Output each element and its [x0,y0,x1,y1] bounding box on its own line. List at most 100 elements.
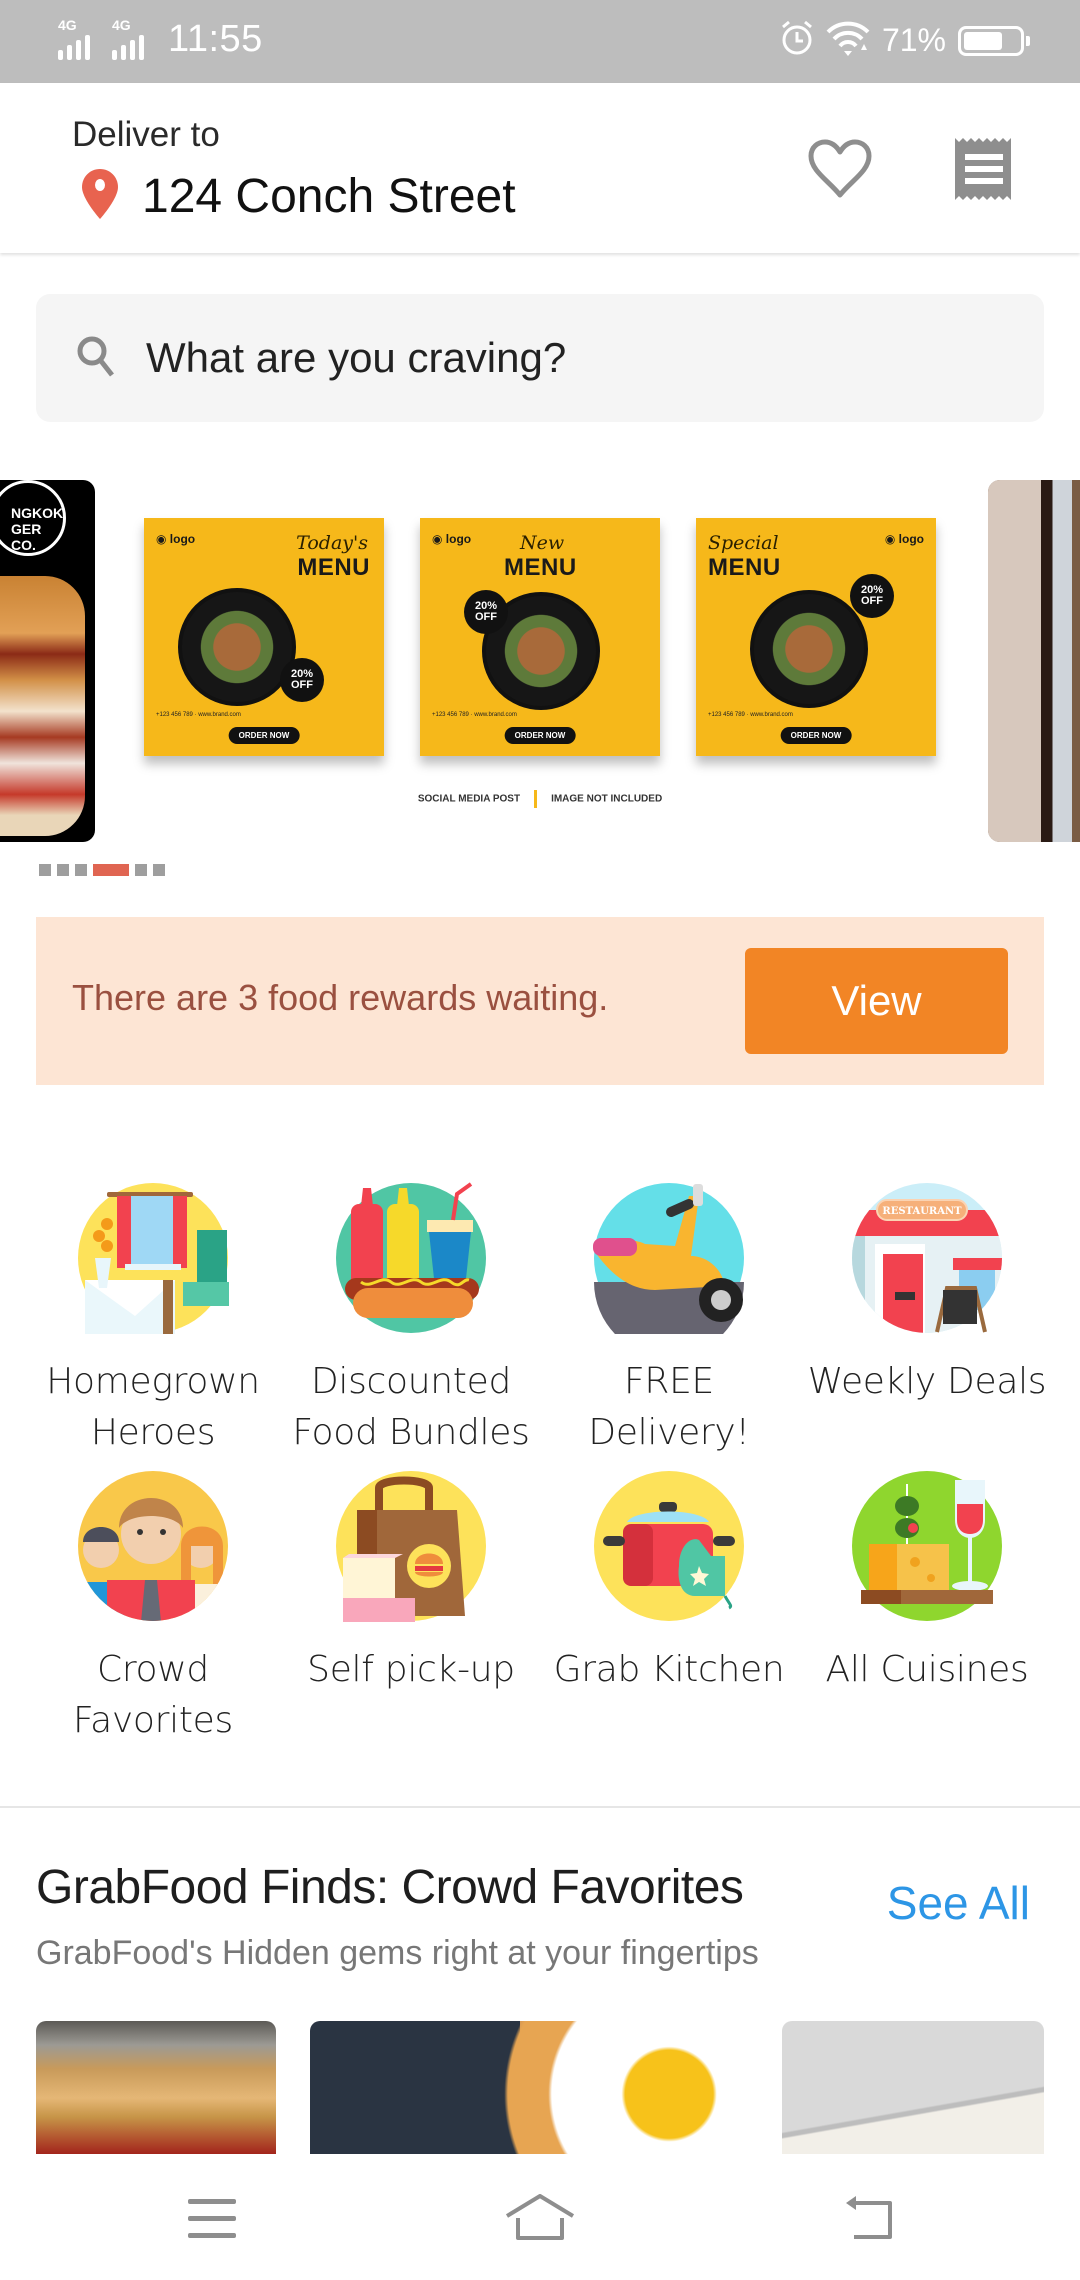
carousel-indicator [39,864,165,876]
carousel-dot[interactable] [75,864,87,876]
category-crowd-favorites[interactable]: Crowd Favorites [18,1470,288,1746]
category-label: Self pick-up [307,1649,515,1690]
caption-left: SOCIAL MEDIA POST [417,793,521,805]
restaurant-card-egg[interactable] [310,2021,748,2154]
see-all-link[interactable]: See All [887,1876,1030,1930]
carousel-slide-burger[interactable]: NGKOK GER CO. [0,480,95,842]
card-contact: +123 456 789 · www.brand.com [708,712,793,718]
cheese-wine-icon [851,1470,1003,1622]
category-label: Crowd Favorites [73,1649,233,1741]
rewards-message: There are 3 food rewards waiting. [72,977,609,1018]
brand-logo-line1: NGKOK [11,505,64,521]
order-now-label: ORDER NOW [780,727,852,744]
back-button[interactable] [830,2190,910,2250]
card-contact: +123 456 789 · www.brand.com [432,712,517,718]
carousel-dot[interactable] [153,864,165,876]
search-input[interactable]: What are you craving? [36,294,1044,422]
battery-icon [958,25,1030,56]
category-label: All Cuisines [825,1649,1029,1690]
category-discounted-food-bundles[interactable]: Discounted Food Bundles [276,1182,546,1458]
section-subtitle: GrabFood's Hidden gems right at your fin… [36,1934,759,1972]
carousel-dot[interactable] [57,864,69,876]
dish-image [178,588,296,706]
category-label: FREE Delivery! [588,1361,750,1453]
card-logo: ◉ logo [156,532,196,546]
menu-icon [186,2197,238,2244]
section-title: GrabFood Finds: Crowd Favorites [36,1861,744,1914]
delivery-address: 124 Conch Street [142,170,516,223]
restaurant-card-sliders[interactable] [36,2021,276,2154]
section-divider [0,1806,1080,1808]
status-bar: 4G 4G 11:55 71% [0,0,1080,83]
carousel-dot-active[interactable] [93,864,129,876]
signal-4g-icon: 4G [110,18,156,60]
card-contact: +123 456 789 · www.brand.com [156,712,241,718]
restaurant-image [988,480,1080,842]
home-interior-icon [77,1182,229,1340]
card-script-title: New [520,532,565,554]
carousel-slide-menu[interactable]: ◉ logo Today's MENU 20% OFF +123 456 789… [122,480,958,842]
card-title: MENU [504,554,577,581]
category-weekly-deals[interactable]: RESTAURANT Weekly Deals [792,1182,1062,1407]
promo-carousel[interactable]: NGKOK GER CO. ◉ logo Today's MENU 20% OF… [0,480,1080,842]
category-homegrown-heroes[interactable]: Homegrown Heroes [18,1182,288,1458]
network-type-2: 4G [112,17,131,33]
category-label: Grab Kitchen [553,1649,785,1690]
caption-right: IMAGE NOT INCLUDED [551,793,663,805]
scooter-icon [593,1182,745,1357]
restaurant-card-chicken[interactable] [782,2021,1044,2154]
orders-button[interactable] [948,135,1020,207]
restaurant-storefront-icon: RESTAURANT [851,1182,1003,1334]
card-logo: ◉ logo [884,532,924,546]
receipt-icon [953,136,1015,207]
category-free-delivery[interactable]: FREE Delivery! [534,1182,804,1458]
carousel-caption: SOCIAL MEDIA POST IMAGE NOT INCLUDED [122,790,958,808]
category-label: Weekly Deals [807,1361,1047,1402]
recent-apps-button[interactable] [172,2190,252,2250]
system-nav-bar [0,2160,1080,2280]
discount-badge: 20% OFF [850,574,894,618]
menu-card: ◉ logo Special MENU 20% OFF +123 456 789… [696,518,936,756]
category-grab-kitchen[interactable]: Grab Kitchen [534,1470,804,1695]
takeaway-bag-icon [335,1470,487,1628]
network-type-1: 4G [58,17,77,33]
battery-percent: 71% [881,22,946,58]
address-selector[interactable]: 124 Conch Street [82,169,516,224]
hotdog-bundle-icon [335,1182,487,1334]
category-label: Discounted Food Bundles [292,1361,530,1453]
burger-brand-logo: NGKOK GER CO. [0,480,66,556]
order-now-label: ORDER NOW [228,727,300,744]
card-script-title: Special [708,532,779,554]
signal-4g-icon: 4G [56,18,102,60]
category-all-cuisines[interactable]: All Cuisines [792,1470,1062,1695]
card-script-title: Today's [296,532,368,554]
alarm-icon [780,20,814,61]
card-title: MENU [297,554,370,581]
card-title: MENU [708,554,781,581]
rewards-banner: There are 3 food rewards waiting. View [36,917,1044,1085]
crowd-people-icon [77,1470,229,1622]
heart-icon [807,139,873,204]
card-logo: ◉ logo [432,532,472,546]
burger-image [0,576,85,836]
cooking-pot-icon [593,1470,745,1622]
home-button[interactable] [500,2190,580,2250]
favorites-button[interactable] [804,135,876,207]
status-time: 11:55 [168,18,263,60]
back-icon [844,2195,896,2246]
carousel-dot[interactable] [135,864,147,876]
delivery-header: Deliver to 124 Conch Street [0,83,1080,253]
brand-logo-line2: GER CO. [11,521,42,553]
view-rewards-button[interactable]: View [745,948,1008,1054]
search-placeholder: What are you craving? [146,334,567,381]
wifi-icon [826,20,870,61]
menu-card: ◉ logo New MENU 20% OFF +123 456 789 · w… [420,518,660,756]
category-self-pick-up[interactable]: Self pick-up [276,1470,546,1695]
discount-badge: 20% OFF [464,590,508,634]
restaurant-sign-text: RESTAURANT [882,1206,962,1217]
home-icon [504,2193,576,2247]
carousel-slide-restaurant[interactable] [988,480,1080,842]
location-pin-icon [82,169,118,224]
dish-image [750,590,868,708]
carousel-dot[interactable] [39,864,51,876]
